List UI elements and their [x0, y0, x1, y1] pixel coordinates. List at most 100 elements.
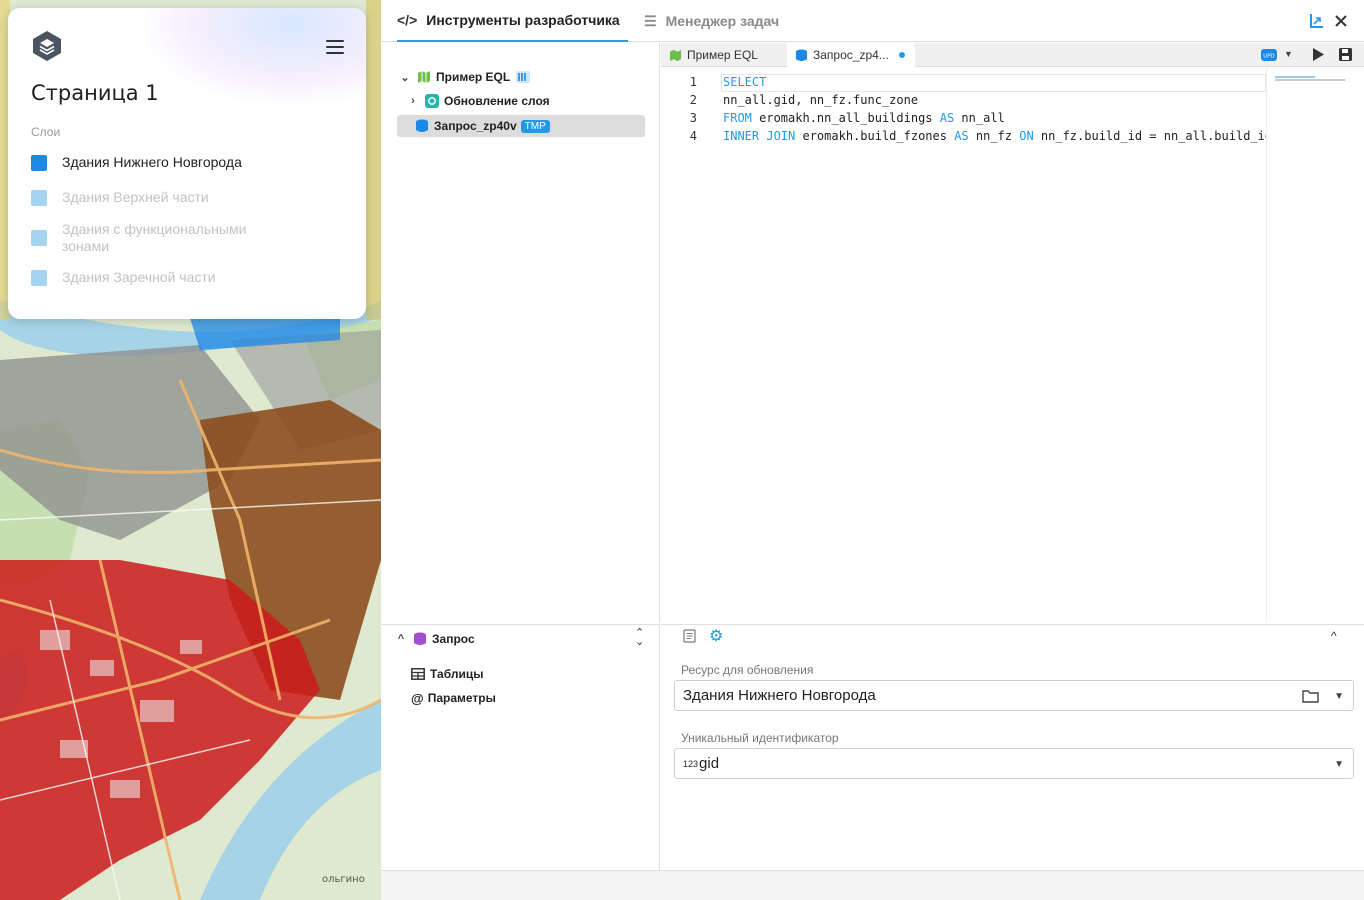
at-icon: @: [411, 690, 424, 706]
chevron-down-icon[interactable]: ▼: [1334, 759, 1344, 770]
editor-tab-label: Пример EQL: [687, 48, 758, 62]
layer-panel: Страница 1 Слои Здания Нижнего Новгорода…: [8, 8, 366, 319]
layers-label: Слои: [31, 125, 61, 139]
editor-minimap[interactable]: [1266, 68, 1364, 622]
query-item-parameters[interactable]: @ Параметры: [411, 687, 496, 709]
unsaved-dot: [898, 52, 905, 58]
code-line: 2 nn_all.gid, nn_fz.func_zone: [661, 93, 1266, 111]
map-icon: [418, 71, 430, 83]
layer-name: Здания с функциональными зонами: [62, 221, 247, 254]
layer-item-zarechnaya-part[interactable]: Здания Заречной части: [31, 269, 262, 286]
code-text: FROM eromakh.nn_all_buildings AS nn_all: [723, 111, 1005, 125]
app-logo-icon: [33, 31, 61, 61]
status-bar: [381, 870, 1364, 900]
chevron-up-icon[interactable]: ^: [1331, 629, 1337, 643]
sql-keyword: AS: [939, 111, 955, 125]
list-icon: ☰: [644, 12, 657, 29]
query-panel: ^ Запрос ⌃ ⌄ Таблицы @ Параметры: [381, 624, 660, 870]
editor-tab-query[interactable]: Запрос_zp4...: [787, 43, 915, 67]
map-icon: [669, 49, 682, 61]
uid-select[interactable]: 123 gid ▼: [674, 748, 1354, 779]
sql-token: eromakh.nn_all_buildings: [751, 111, 940, 125]
layer-item-nizhny-novgorod[interactable]: Здания Нижнего Новгорода: [31, 154, 262, 171]
sql-token: eromakh.build_fzones: [795, 129, 955, 143]
line-number: 3: [689, 111, 697, 125]
code-text: INNER JOIN eromakh.build_fzones AS nn_fz…: [723, 129, 1266, 143]
gear-icon[interactable]: ⚙: [709, 626, 723, 646]
resource-label: Ресурс для обновления: [681, 663, 814, 677]
tab-label: Инструменты разработчика: [426, 12, 620, 28]
sql-token: nn_all: [954, 111, 1005, 125]
tree-label: Пример EQL: [436, 70, 511, 84]
code-text: nn_all.gid, nn_fz.func_zone: [723, 93, 918, 107]
chevron-down-icon[interactable]: ▼: [1334, 691, 1344, 702]
query-item-tables[interactable]: Таблицы: [411, 663, 483, 685]
devtools-panel: </> Инструменты разработчика ☰ Менеджер …: [381, 0, 1364, 900]
sql-keyword: INNER JOIN: [723, 129, 796, 143]
svg-text:UPD: UPD: [1263, 54, 1275, 60]
upd-dropdown-icon[interactable]: ▼: [1284, 49, 1293, 59]
query-panel-header[interactable]: ^ Запрос: [395, 628, 475, 650]
tab-task-manager[interactable]: ☰ Менеджер задач: [644, 0, 779, 42]
sql-token: nn_all.gid, nn_fz.func_zone: [723, 93, 919, 107]
layer-color-swatch: [31, 270, 47, 286]
refresh-layer-icon: [425, 94, 439, 108]
chevron-right-icon[interactable]: ›: [407, 95, 419, 107]
module-icon: [516, 71, 531, 83]
tree-item-example-eql[interactable]: ⌄ Пример EQL: [399, 66, 531, 88]
sql-token: nn_fz: [968, 129, 1020, 143]
tab-developer-tools[interactable]: </> Инструменты разработчика: [397, 0, 628, 42]
tab-label: Менеджер задач: [665, 13, 780, 29]
editor-tab-example-eql[interactable]: Пример EQL: [661, 43, 785, 67]
query-item-label: Параметры: [427, 691, 496, 705]
editor-tab-label: Запрос_zp4...: [813, 48, 889, 62]
layer-name: Здания Нижнего Новгорода: [62, 154, 242, 170]
table-icon: [411, 668, 425, 680]
tree-item-query[interactable]: Запрос_zp40v TMP: [397, 115, 645, 137]
layer-color-swatch: [31, 190, 47, 206]
code-editor[interactable]: 1 SELECT 2 nn_all.gid, nn_fz.func_zone 3…: [661, 68, 1266, 622]
layer-color-swatch: [31, 155, 47, 171]
editor-tabbar: Пример EQL Запрос_zp4... UPD ▼: [661, 43, 1364, 67]
tree-item-layer-update[interactable]: › Обновление слоя: [407, 90, 550, 112]
chevron-up-icon[interactable]: ^: [395, 633, 407, 645]
sql-keyword: FROM: [723, 111, 752, 125]
save-icon[interactable]: [1339, 48, 1352, 61]
sql-keyword: AS: [954, 129, 969, 143]
layer-color-swatch: [31, 230, 47, 246]
code-text: SELECT: [723, 75, 766, 89]
database-icon: [414, 632, 426, 645]
database-icon: [416, 119, 428, 132]
folder-icon[interactable]: [1302, 689, 1319, 703]
sql-keyword: SELECT: [723, 75, 767, 89]
panel-glow: [136, 8, 366, 108]
run-icon[interactable]: [1312, 48, 1324, 61]
layer-item-upper-part[interactable]: Здания Верхней части: [31, 189, 262, 206]
database-icon: [795, 48, 808, 61]
settings-form: ⚙ ^ Ресурс для обновления Здания Нижнего…: [661, 624, 1364, 870]
resource-select[interactable]: Здания Нижнего Новгорода ▼: [674, 680, 1354, 711]
map-attribution: ольгино: [322, 874, 365, 885]
line-number: 2: [689, 93, 697, 107]
project-tree: ⌄ Пример EQL › Обновление слоя Запрос_zp…: [381, 43, 660, 623]
uid-label: Уникальный идентификатор: [681, 731, 839, 745]
query-panel-title: Запрос: [432, 632, 475, 646]
collapse-all-icon[interactable]: ⌃ ⌄: [635, 628, 644, 648]
layer-item-functional-zones[interactable]: Здания с функциональными зонами: [31, 221, 262, 255]
chevron-down-icon[interactable]: ⌄: [399, 71, 411, 84]
tree-label: Обновление слоя: [444, 94, 550, 108]
document-icon[interactable]: [683, 629, 696, 643]
query-item-label: Таблицы: [430, 667, 484, 681]
close-icon[interactable]: [1332, 12, 1350, 30]
tmp-badge: TMP: [520, 119, 550, 133]
dock-icon[interactable]: [1307, 12, 1325, 30]
line-number: 4: [689, 129, 697, 143]
sql-keyword: ON: [1019, 129, 1034, 143]
menu-icon[interactable]: [326, 40, 344, 54]
upd-icon[interactable]: UPD: [1261, 49, 1277, 61]
resource-value: Здания Нижнего Новгорода: [683, 687, 876, 704]
line-number: 1: [689, 75, 697, 89]
tree-label: Запрос_zp40v: [434, 119, 517, 133]
layer-name: Здания Верхней части: [62, 189, 209, 205]
code-icon: </>: [397, 12, 418, 28]
